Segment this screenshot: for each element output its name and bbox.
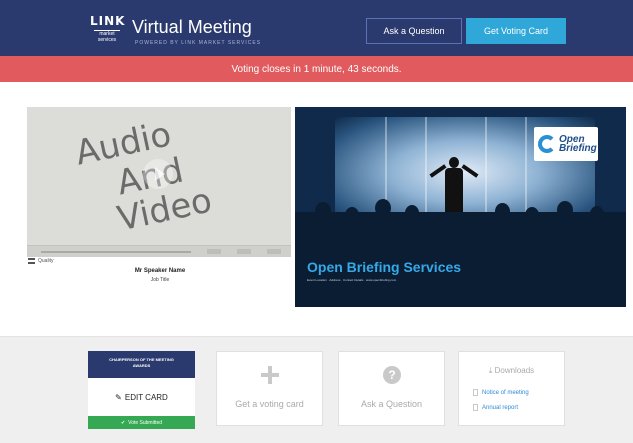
pencil-icon: ✎ xyxy=(115,392,122,402)
header-bar: LINK market services Virtual Meeting POW… xyxy=(0,0,633,56)
question-icon: ? xyxy=(383,366,401,384)
logo-line2: Briefing xyxy=(559,143,597,154)
volume-control[interactable] xyxy=(207,249,221,254)
play-icon[interactable] xyxy=(143,159,173,189)
vote-submitted-status: ✔ Vote Submitted xyxy=(88,416,195,429)
presentation-slide: Open Briefing Open Briefing Services Eve… xyxy=(295,107,626,307)
window-frame xyxy=(485,117,487,217)
quality-selector[interactable]: Quality xyxy=(28,258,54,264)
voting-card-header: CHAIRPERSON OF THE MEETING AWARDS xyxy=(88,351,195,378)
quality-label: Quality xyxy=(38,258,54,264)
audience-head xyxy=(405,205,419,221)
window-frame xyxy=(425,117,427,217)
audience-head xyxy=(345,207,359,223)
get-voting-card-label: Get a voting card xyxy=(235,399,304,409)
main-content: Audio And Video Quality Mr Speaker Name … xyxy=(0,82,633,337)
fullscreen-control[interactable] xyxy=(267,249,281,254)
download-icon: ⤓ xyxy=(488,366,493,375)
link-logo: LINK market services xyxy=(90,14,124,44)
open-briefing-wordmark: Open Briefing xyxy=(559,135,597,154)
audience-head xyxy=(525,207,539,223)
audience-head xyxy=(375,199,391,217)
slide-title: Open Briefing Services xyxy=(307,259,462,275)
open-briefing-icon xyxy=(538,135,556,153)
voting-card-subtitle: AWARDS xyxy=(132,363,151,368)
logo-subtext: market services xyxy=(94,30,120,43)
voting-countdown-banner: Voting closes in 1 minute, 43 seconds. xyxy=(0,56,633,82)
app-subtitle: POWERED BY LINK MARKET SERVICES xyxy=(135,40,262,46)
audience-head xyxy=(557,201,573,219)
document-icon xyxy=(473,404,478,411)
window-frame xyxy=(525,117,527,217)
download-link-label: Annual report xyxy=(482,404,519,411)
ask-question-button[interactable]: Ask a Question xyxy=(366,18,462,44)
seek-bar[interactable] xyxy=(41,251,191,253)
edit-card-button[interactable]: ✎ EDIT CARD xyxy=(88,378,195,416)
action-cards-area: CHAIRPERSON OF THE MEETING AWARDS ✎ EDIT… xyxy=(0,337,633,443)
speaker-role: Job Title xyxy=(150,277,170,283)
get-voting-card-tile[interactable]: Get a voting card xyxy=(216,351,323,426)
downloads-title: ⤓ Downloads xyxy=(459,366,564,376)
speaker-name: Mr Speaker Name xyxy=(134,268,186,274)
video-player[interactable]: Audio And Video xyxy=(27,107,291,257)
ask-question-tile[interactable]: ? Ask a Question xyxy=(338,351,445,426)
open-briefing-logo: Open Briefing xyxy=(534,127,598,161)
player-controls[interactable] xyxy=(27,245,291,257)
download-link-label: Notice of meeting xyxy=(482,389,529,396)
voting-card: CHAIRPERSON OF THE MEETING AWARDS ✎ EDIT… xyxy=(88,351,195,429)
check-icon: ✔ xyxy=(120,419,126,426)
slide-subtext: Event Location · Address · Contact Detai… xyxy=(307,278,397,282)
get-voting-card-button[interactable]: Get Voting Card xyxy=(466,18,566,44)
ask-question-label: Ask a Question xyxy=(360,399,423,409)
audience-head xyxy=(590,206,604,222)
document-icon xyxy=(473,389,478,396)
settings-control[interactable] xyxy=(237,249,251,254)
audience-head xyxy=(315,202,331,220)
downloads-title-text: Downloads xyxy=(494,366,535,375)
vote-submitted-label: Vote Submitted xyxy=(128,419,163,426)
downloads-tile: ⤓ Downloads Notice of meeting Annual rep… xyxy=(458,351,565,426)
quality-icon xyxy=(28,258,35,264)
app-title: Virtual Meeting xyxy=(132,17,252,37)
plus-icon xyxy=(261,366,279,384)
logo-text: LINK xyxy=(90,14,126,28)
audience-head xyxy=(495,203,510,220)
download-link-annual-report[interactable]: Annual report xyxy=(473,404,518,411)
edit-card-label: EDIT CARD xyxy=(124,392,168,402)
download-link-notice[interactable]: Notice of meeting xyxy=(473,389,529,396)
